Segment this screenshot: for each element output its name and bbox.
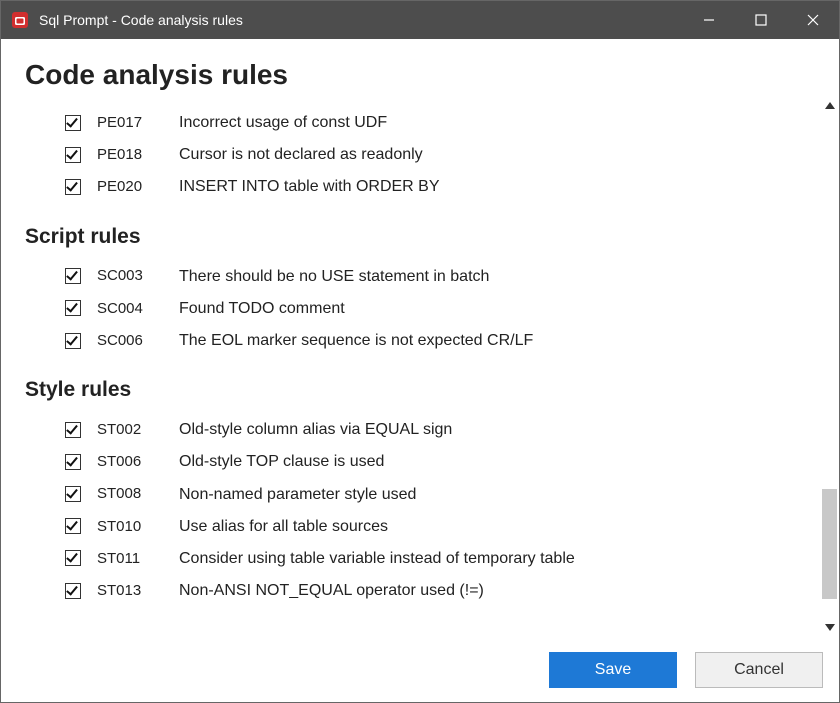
rule-row[interactable]: ST006 Old-style TOP clause is used xyxy=(65,448,821,475)
section-title-script: Script rules xyxy=(25,225,821,249)
rule-code: ST002 xyxy=(97,417,179,443)
rule-code: ST013 xyxy=(97,578,179,604)
rule-row[interactable]: SC006 The EOL marker sequence is not exp… xyxy=(65,327,821,354)
rule-row[interactable]: SC004 Found TODO comment xyxy=(65,295,821,322)
rule-desc: Old-style column alias via EQUAL sign xyxy=(179,416,452,443)
cancel-button[interactable]: Cancel xyxy=(695,652,823,688)
rule-row[interactable]: PE020 INSERT INTO table with ORDER BY xyxy=(65,173,821,200)
close-button[interactable] xyxy=(787,1,839,39)
rule-checkbox[interactable] xyxy=(65,518,81,534)
rule-checkbox[interactable] xyxy=(65,300,81,316)
page-title: Code analysis rules xyxy=(25,59,821,91)
maximize-button[interactable] xyxy=(735,1,787,39)
rule-checkbox[interactable] xyxy=(65,115,81,131)
vertical-scrollbar[interactable] xyxy=(821,39,839,642)
rule-checkbox[interactable] xyxy=(65,422,81,438)
rule-checkbox[interactable] xyxy=(65,268,81,284)
rule-row[interactable]: ST013 Non-ANSI NOT_EQUAL operator used (… xyxy=(65,577,821,604)
rule-desc: Consider using table variable instead of… xyxy=(179,545,575,572)
rule-desc: Use alias for all table sources xyxy=(179,513,388,540)
rule-row[interactable]: SC003 There should be no USE statement i… xyxy=(65,263,821,290)
rule-row[interactable]: PE017 Incorrect usage of const UDF xyxy=(65,109,821,136)
minimize-button[interactable] xyxy=(683,1,735,39)
scroll-thumb[interactable] xyxy=(822,489,837,599)
save-button[interactable]: Save xyxy=(549,652,677,688)
rule-desc: INSERT INTO table with ORDER BY xyxy=(179,173,440,200)
rules-list: Code analysis rules PE017 Incorrect usag… xyxy=(1,39,821,642)
rule-code: SC004 xyxy=(97,296,179,322)
footer-buttons: Save Cancel xyxy=(1,642,839,702)
rule-checkbox[interactable] xyxy=(65,333,81,349)
app-icon xyxy=(11,11,29,29)
rule-desc: Non-ANSI NOT_EQUAL operator used (!=) xyxy=(179,577,484,604)
rule-row[interactable]: PE018 Cursor is not declared as readonly xyxy=(65,141,821,168)
rule-desc: Cursor is not declared as readonly xyxy=(179,141,423,168)
app-window: Sql Prompt - Code analysis rules Code an… xyxy=(0,0,840,703)
rule-code: ST010 xyxy=(97,514,179,540)
rule-code: PE018 xyxy=(97,142,179,168)
titlebar: Sql Prompt - Code analysis rules xyxy=(1,1,839,39)
rule-code: PE020 xyxy=(97,174,179,200)
dialog-body: Code analysis rules PE017 Incorrect usag… xyxy=(1,39,839,642)
scroll-down-icon[interactable] xyxy=(823,620,837,634)
rule-checkbox[interactable] xyxy=(65,550,81,566)
scroll-up-icon[interactable] xyxy=(823,99,837,113)
rule-checkbox[interactable] xyxy=(65,147,81,163)
rule-row[interactable]: ST002 Old-style column alias via EQUAL s… xyxy=(65,416,821,443)
rule-code: ST011 xyxy=(97,546,179,572)
rule-code: PE017 xyxy=(97,110,179,136)
rule-code: SC003 xyxy=(97,263,179,289)
rule-desc: Old-style TOP clause is used xyxy=(179,448,384,475)
rule-desc: Incorrect usage of const UDF xyxy=(179,109,387,136)
rule-code: ST006 xyxy=(97,449,179,475)
rule-checkbox[interactable] xyxy=(65,454,81,470)
window-title: Sql Prompt - Code analysis rules xyxy=(39,12,243,28)
section-title-style: Style rules xyxy=(25,378,821,402)
rule-row[interactable]: ST008 Non-named parameter style used xyxy=(65,481,821,508)
rule-desc: Found TODO comment xyxy=(179,295,345,322)
rule-code: SC006 xyxy=(97,328,179,354)
rule-desc: Non-named parameter style used xyxy=(179,481,416,508)
rule-checkbox[interactable] xyxy=(65,179,81,195)
rule-checkbox[interactable] xyxy=(65,486,81,502)
rule-desc: The EOL marker sequence is not expected … xyxy=(179,327,533,354)
rule-desc: There should be no USE statement in batc… xyxy=(179,263,489,290)
rule-checkbox[interactable] xyxy=(65,583,81,599)
rule-row[interactable]: ST011 Consider using table variable inst… xyxy=(65,545,821,572)
rule-code: ST008 xyxy=(97,481,179,507)
rule-row[interactable]: ST010 Use alias for all table sources xyxy=(65,513,821,540)
